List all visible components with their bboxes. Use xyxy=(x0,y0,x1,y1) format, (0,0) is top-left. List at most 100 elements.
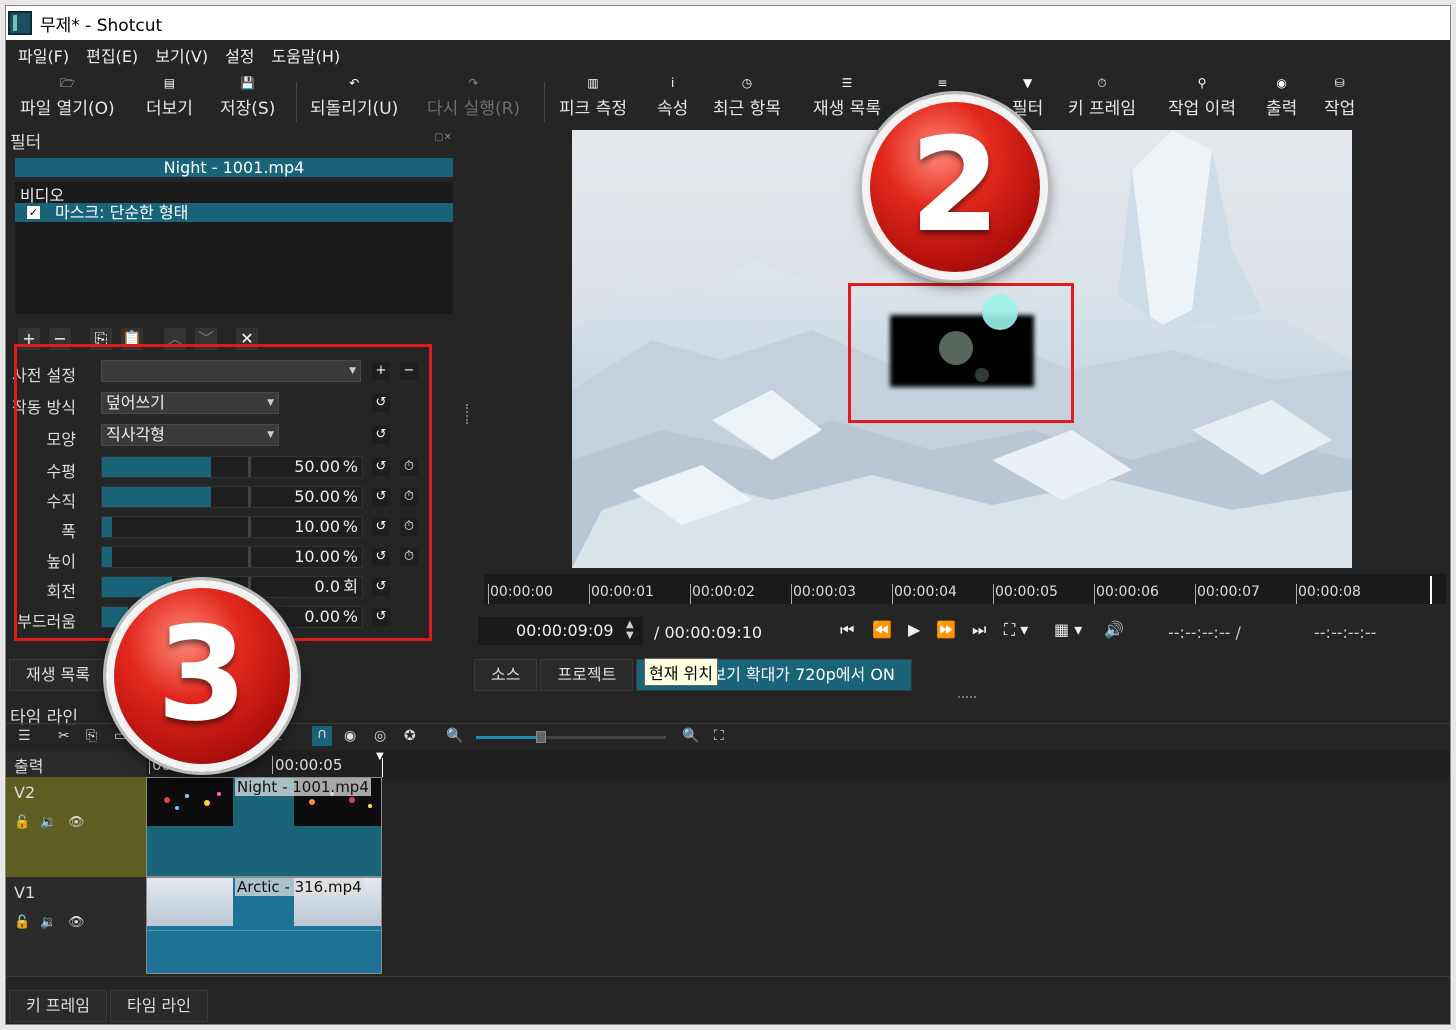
zoom-out-icon[interactable]: 🔍 xyxy=(446,728,463,744)
zoom-in-icon[interactable]: 🔍 xyxy=(682,728,699,744)
export-button[interactable]: ◉ 출력 xyxy=(1266,72,1297,126)
zoom-slider-knob[interactable] xyxy=(536,731,546,743)
tab-keyframes[interactable]: 키 프레임 xyxy=(9,990,107,1022)
fast-forward-icon[interactable]: ⏩ xyxy=(936,620,956,639)
ripple-icon[interactable]: ◎ xyxy=(374,728,386,744)
menu-edit[interactable]: 편집(E) xyxy=(86,43,138,67)
folder-icon: 🗁 xyxy=(59,76,75,90)
clip-name: Night - 1001.mp4 xyxy=(235,778,371,796)
export-icon: ◉ xyxy=(1276,76,1287,90)
tab-project[interactable]: 프로젝트 xyxy=(540,659,634,691)
undo-icon: ↶ xyxy=(349,76,360,90)
transport-controls: 00:00:09:09 ▲ ▼ / 00:00:09:10 ⏮ ⏪ ▶ ⏩ ⏭ ⛶… xyxy=(478,614,1448,650)
splitter-handle[interactable] xyxy=(958,696,976,698)
copy-icon[interactable]: ⎘ xyxy=(86,728,97,744)
lock-icon[interactable]: 🔓 xyxy=(14,815,30,830)
shotcut-app-icon xyxy=(8,11,32,35)
clip-night[interactable]: Night - 1001.mp4 xyxy=(146,777,382,877)
ruler-tick: 00:00:08 xyxy=(1296,584,1361,604)
main-toolbar: 🗁 파일 열기(O) ▤ 더보기 💾 저장(S) ↶ 되돌리기(U) ↷ 다시 실행(R)… xyxy=(6,72,1450,126)
skip-previous-icon[interactable]: ⏮ xyxy=(840,620,854,640)
grid-icon[interactable]: ▦ ▾ xyxy=(1054,620,1082,639)
tab-source[interactable]: 소스 xyxy=(474,659,538,691)
menu-settings[interactable]: 설정 xyxy=(225,43,254,67)
timeline-icon: ≡ xyxy=(937,76,948,90)
snap-icon[interactable]: ∩ xyxy=(312,726,332,746)
tab-timeline[interactable]: 타임 라인 xyxy=(109,990,208,1022)
volume-icon[interactable]: 🔊 xyxy=(1104,620,1124,639)
more-button[interactable]: ▤ 더보기 xyxy=(146,72,193,126)
menu-icon[interactable]: ☰ xyxy=(18,728,31,744)
in-point-timecode: --:--:--:-- / xyxy=(1168,623,1241,642)
zoom-slider-fill xyxy=(476,736,542,739)
keyframes-button[interactable]: ⏱ 키 프레임 xyxy=(1068,72,1136,126)
clip-thumbnail xyxy=(147,778,233,826)
out-point-timecode: --:--:--:-- xyxy=(1314,623,1377,642)
filter-item-label: 마스크: 단순한 형태 xyxy=(55,203,189,222)
clip-thumbnail xyxy=(147,878,233,926)
panel-float-close-icons[interactable]: ▢✕ xyxy=(434,132,458,144)
ruler-tick: 00:00:04 xyxy=(892,584,957,604)
zoom-fit-icon[interactable]: ⛶ xyxy=(714,728,724,744)
bottom-dock-tabs: 키 프레임 타임 라인 xyxy=(9,990,211,1022)
filter-icon: ▼ xyxy=(1023,76,1033,90)
clip-arctic[interactable]: Arctic - 316.mp4 xyxy=(146,877,382,974)
splitter-handle[interactable] xyxy=(466,404,470,424)
timeline-ruler[interactable]: 00 00:00:05 ▼ xyxy=(146,751,1450,777)
save-icon: 💾 xyxy=(240,76,256,90)
rewind-icon[interactable]: ⏪ xyxy=(872,620,892,639)
cut-icon[interactable]: ✂ xyxy=(58,728,70,744)
mute-icon[interactable]: 🔉 xyxy=(40,915,56,930)
playlist-button[interactable]: ☰ 재생 목록 xyxy=(813,72,881,126)
zoom-slider[interactable] xyxy=(476,731,666,743)
night-thumbnail-image xyxy=(164,792,221,810)
clock-icon: ◷ xyxy=(741,76,753,90)
scrub-icon[interactable]: ◉ xyxy=(344,728,356,744)
save-button[interactable]: 💾 저장(S) xyxy=(220,72,275,126)
track-header-v1[interactable]: V1 🔓 🔉 👁 xyxy=(6,877,146,977)
redo-button[interactable]: ↷ 다시 실행(R) xyxy=(427,72,520,126)
jobs-icon: ⛁ xyxy=(1334,76,1345,90)
timeline-empty-area[interactable] xyxy=(382,777,1450,974)
menu-bar: 파일(F) 편집(E) 보기(V) 설정 도움말(H) xyxy=(6,40,1450,70)
menu-view[interactable]: 보기(V) xyxy=(155,43,208,67)
play-icon[interactable]: ▶ xyxy=(908,620,920,639)
playhead-marker[interactable] xyxy=(1430,576,1438,604)
more-icon: ▤ xyxy=(163,76,176,90)
mute-icon[interactable]: 🔉 xyxy=(40,815,56,830)
output-track-header: 출력 xyxy=(6,751,146,777)
zoom-fit-icon[interactable]: ⛶ ▾ xyxy=(1004,620,1028,640)
filter-list[interactable]: 비디오 ✓ 마스크: 단순한 형태 xyxy=(15,182,453,314)
track-header-v2[interactable]: V2 🔓 🔉 👁 xyxy=(6,777,146,877)
filter-enable-checkbox[interactable]: ✓ xyxy=(27,206,40,219)
ruler-tick: 00:00:02 xyxy=(690,584,755,604)
eye-icon[interactable]: 👁 xyxy=(68,915,85,930)
undo-button[interactable]: ↶ 되돌리기(U) xyxy=(310,72,398,126)
tab-playlist[interactable]: 재생 목록 xyxy=(9,659,107,691)
window-title: 무제* - Shotcut xyxy=(40,15,163,36)
jobs-button[interactable]: ⛁ 작업 xyxy=(1324,72,1355,126)
filter-item-mask[interactable]: ✓ 마스크: 단순한 형태 xyxy=(15,203,453,222)
peak-meter-button[interactable]: ▥ 피크 측정 xyxy=(559,72,627,126)
history-button[interactable]: ⚲ 작업 이력 xyxy=(1168,72,1236,126)
app-window: 무제* - Shotcut 파일(F) 편집(E) 보기(V) 설정 도움말(H… xyxy=(5,5,1451,1025)
properties-button[interactable]: i 속성 xyxy=(657,72,688,126)
ripple-all-icon[interactable]: ✪ xyxy=(404,728,416,744)
position-timecode[interactable]: 00:00:09:09 ▲ ▼ xyxy=(478,617,643,645)
title-bar: 무제* - Shotcut xyxy=(6,6,1450,40)
info-icon: i xyxy=(670,76,675,90)
lock-icon[interactable]: 🔓 xyxy=(14,915,30,930)
spin-arrows-icon[interactable]: ▲ ▼ xyxy=(626,619,634,641)
skip-next-icon[interactable]: ⏭ xyxy=(972,620,986,640)
audio-divider xyxy=(147,930,381,931)
open-file-button[interactable]: 🗁 파일 열기(O) xyxy=(20,72,115,126)
annotation-box-mask-preview xyxy=(848,283,1074,423)
ruler-tick: 00:00:03 xyxy=(791,584,856,604)
menu-help[interactable]: 도움말(H) xyxy=(272,43,341,67)
ruler-tick: 00:00:07 xyxy=(1195,584,1260,604)
eye-icon[interactable]: 👁 xyxy=(68,815,85,830)
menu-file[interactable]: 파일(F) xyxy=(18,43,69,67)
duration-timecode: / 00:00:09:10 xyxy=(654,623,763,642)
player-time-ruler[interactable]: 00:00:00 00:00:01 00:00:02 00:00:03 00:0… xyxy=(484,574,1446,604)
recent-button[interactable]: ◷ 최근 항목 xyxy=(713,72,781,126)
